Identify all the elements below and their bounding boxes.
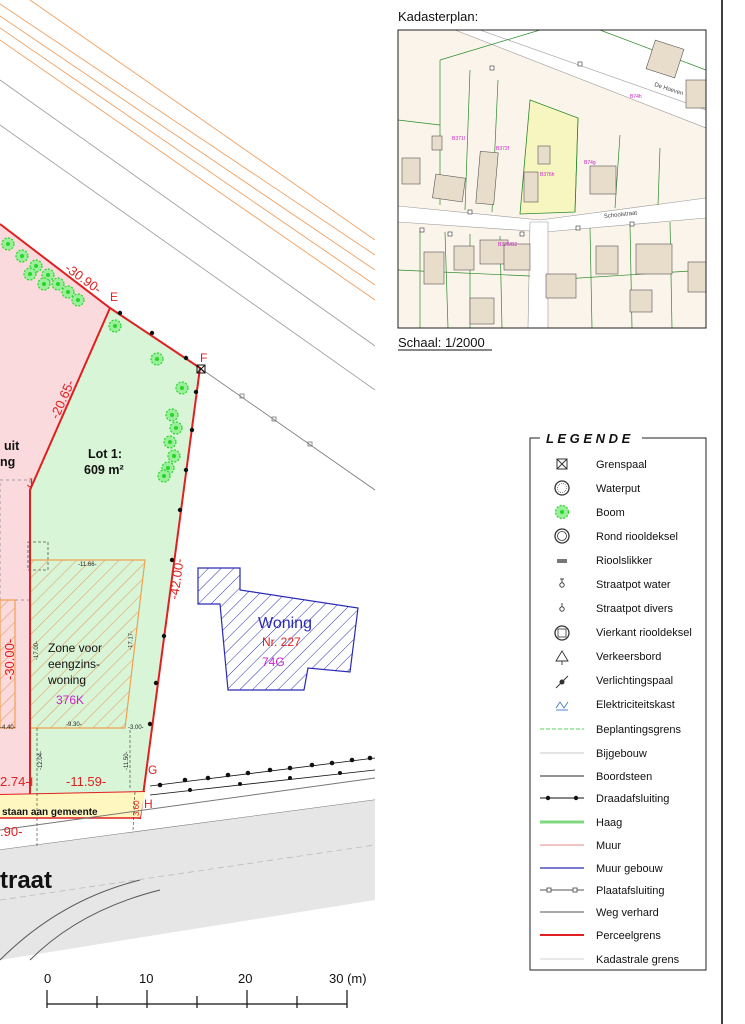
woning-nr: Nr. 227 xyxy=(262,635,301,649)
kadaster-scale: Schaal: 1/2000 xyxy=(398,335,485,350)
zone-line-2: eengzins- xyxy=(48,657,100,671)
lot-area: 609 m² xyxy=(84,463,124,477)
legend-item-5: Straatpot water xyxy=(596,579,671,591)
point-F: F xyxy=(200,351,207,365)
scale-tick-0: 0 xyxy=(44,971,51,986)
neighbour-label-1: uit xyxy=(4,439,20,453)
transfer-label: staan aan gemeente xyxy=(2,807,98,818)
drain-icon xyxy=(557,559,567,563)
zone-line-1: Zone voor xyxy=(48,641,102,655)
legend-item-13: Boordsteen xyxy=(596,771,652,783)
legend-item-4: Rioolslikker xyxy=(596,555,653,567)
legend-item-12: Bijgebouw xyxy=(596,748,647,760)
parcel-4: B74g xyxy=(584,160,596,166)
dim-small-7: -17.00- xyxy=(34,641,40,660)
utility-lines xyxy=(0,0,376,301)
street-name-partial: traat xyxy=(0,867,52,894)
parcel-5: B74h xyxy=(630,94,642,100)
legend-item-2: Boom xyxy=(596,507,625,519)
dim-small-4: -3.00- xyxy=(128,725,144,731)
legend-title: L E G E N D E xyxy=(546,431,631,446)
legend-item-10: Elektriciteitskast xyxy=(596,699,675,711)
legend-item-16: Muur xyxy=(596,840,621,852)
wire-fence xyxy=(149,755,376,796)
kadaster-title: Kadasterplan: xyxy=(398,9,478,24)
legend-item-0: Grenspaal xyxy=(596,459,647,471)
dim-small-9: 3.60 xyxy=(132,800,141,816)
scale-tick-30: 30 (m) xyxy=(329,971,367,986)
legend-item-18: Plaatafsluiting xyxy=(596,885,665,897)
lot-title: Lot 1: xyxy=(88,447,122,461)
dim-left-30: -30.00- xyxy=(2,639,17,680)
legend: L E G E N D E Grenspaal Waterput Boom Ro… xyxy=(529,430,707,971)
legend-item-6: Straatpot divers xyxy=(596,603,674,615)
zone-line-3: woning xyxy=(47,673,86,687)
legend-item-20: Perceelgrens xyxy=(596,930,661,942)
legend-item-8: Verkeersbord xyxy=(596,651,661,663)
dim-i-g: -11.59- xyxy=(66,774,106,789)
legend-item-21: Kadastrale grens xyxy=(596,954,680,966)
point-G: G xyxy=(148,763,157,777)
zone-area: 376K xyxy=(56,693,84,707)
dim-small-2: -17.17- xyxy=(128,631,135,650)
legend-item-7: Vierkant riooldeksel xyxy=(596,627,692,639)
legend-item-14: Draadafsluiting xyxy=(596,793,669,805)
site-plan-drawing: Lot 1: 609 m² uit ng Zone voor eengzins-… xyxy=(0,0,723,1024)
legend-item-17: Muur gebouw xyxy=(596,863,663,875)
kadaster-map: De Hoeven Schoolstraat B371I B372f B376h… xyxy=(398,30,706,328)
legend-item-11: Beplantingsgrens xyxy=(596,724,682,736)
legend-item-1: Waterput xyxy=(596,483,640,495)
tree-icon xyxy=(554,504,570,520)
woning-area: 74G xyxy=(262,655,285,669)
scale-tick-20: 20 xyxy=(238,971,252,986)
dim-small-8: -4.40- xyxy=(0,725,16,731)
dim-small-5: -11.50- xyxy=(124,751,130,770)
legend-item-15: Haag xyxy=(596,817,622,829)
woning-title: Woning xyxy=(258,615,312,632)
plate-fence xyxy=(199,367,376,491)
dim-left-90: .90- xyxy=(0,824,22,839)
neighbour-label-2: ng xyxy=(0,455,15,469)
legend-item-9: Verlichtingspaal xyxy=(596,675,673,687)
point-J: J xyxy=(27,476,33,490)
legend-item-19: Weg verhard xyxy=(596,907,659,919)
dim-small-1: -11.66- xyxy=(78,562,97,568)
dim-small-3: -9.30- xyxy=(66,722,82,728)
point-H: H xyxy=(144,797,153,811)
point-I: I xyxy=(30,775,33,789)
scale-bar xyxy=(46,990,348,1008)
dim-left-274: 2.74- xyxy=(0,774,30,789)
parcel-1: B371I xyxy=(452,136,465,142)
scale-tick-10: 10 xyxy=(139,971,153,986)
parcel-2: B372f xyxy=(496,146,510,152)
point-E: E xyxy=(110,290,118,304)
parcel-3: B376h xyxy=(540,172,555,178)
legend-item-3: Rond riooldeksel xyxy=(596,531,678,543)
parcel-6: B326/B2 xyxy=(498,242,517,248)
dim-small-6: -12.04- xyxy=(38,751,44,770)
